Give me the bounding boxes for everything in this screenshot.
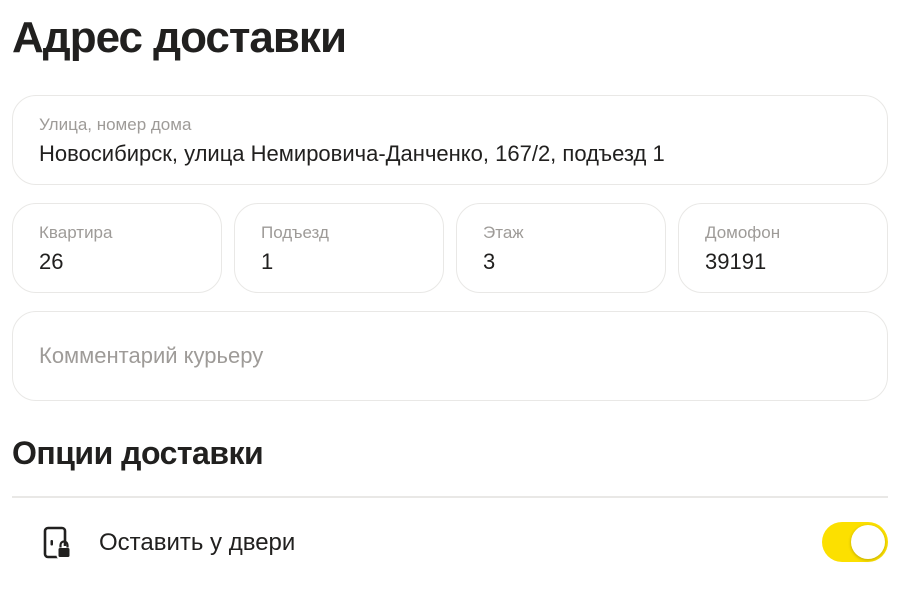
intercom-field[interactable]: Домофон 39191 [678,203,888,293]
leave-at-door-option[interactable]: Оставить у двери [12,510,888,576]
floor-label: Этаж [483,223,524,242]
courier-comment-placeholder[interactable]: Комментарий курьеру [39,312,263,400]
entrance-label: Подъезд [261,223,329,242]
floor-field[interactable]: Этаж 3 [456,203,666,293]
delivery-options-title: Опции доставки [12,435,264,471]
street-address-field[interactable]: Улица, номер дома Новосибирск, улица Нем… [12,95,888,185]
toggle-knob [851,525,885,559]
entrance-field[interactable]: Подъезд 1 [234,203,444,293]
street-address-label: Улица, номер дома [39,115,192,134]
intercom-label: Домофон [705,223,781,242]
leave-at-door-label: Оставить у двери [99,529,296,556]
door-lock-icon [42,526,74,562]
divider [12,496,888,498]
page-title: Адрес доставки [12,13,347,62]
floor-value[interactable]: 3 [483,248,495,276]
apartment-label: Квартира [39,223,113,242]
apartment-value[interactable]: 26 [39,248,63,276]
apartment-field[interactable]: Квартира 26 [12,203,222,293]
leave-at-door-toggle[interactable] [822,522,888,562]
intercom-value[interactable]: 39191 [705,248,766,276]
street-address-value[interactable]: Новосибирск, улица Немировича-Данченко, … [39,140,665,168]
entrance-value[interactable]: 1 [261,248,273,276]
courier-comment-field[interactable]: Комментарий курьеру [12,311,888,401]
